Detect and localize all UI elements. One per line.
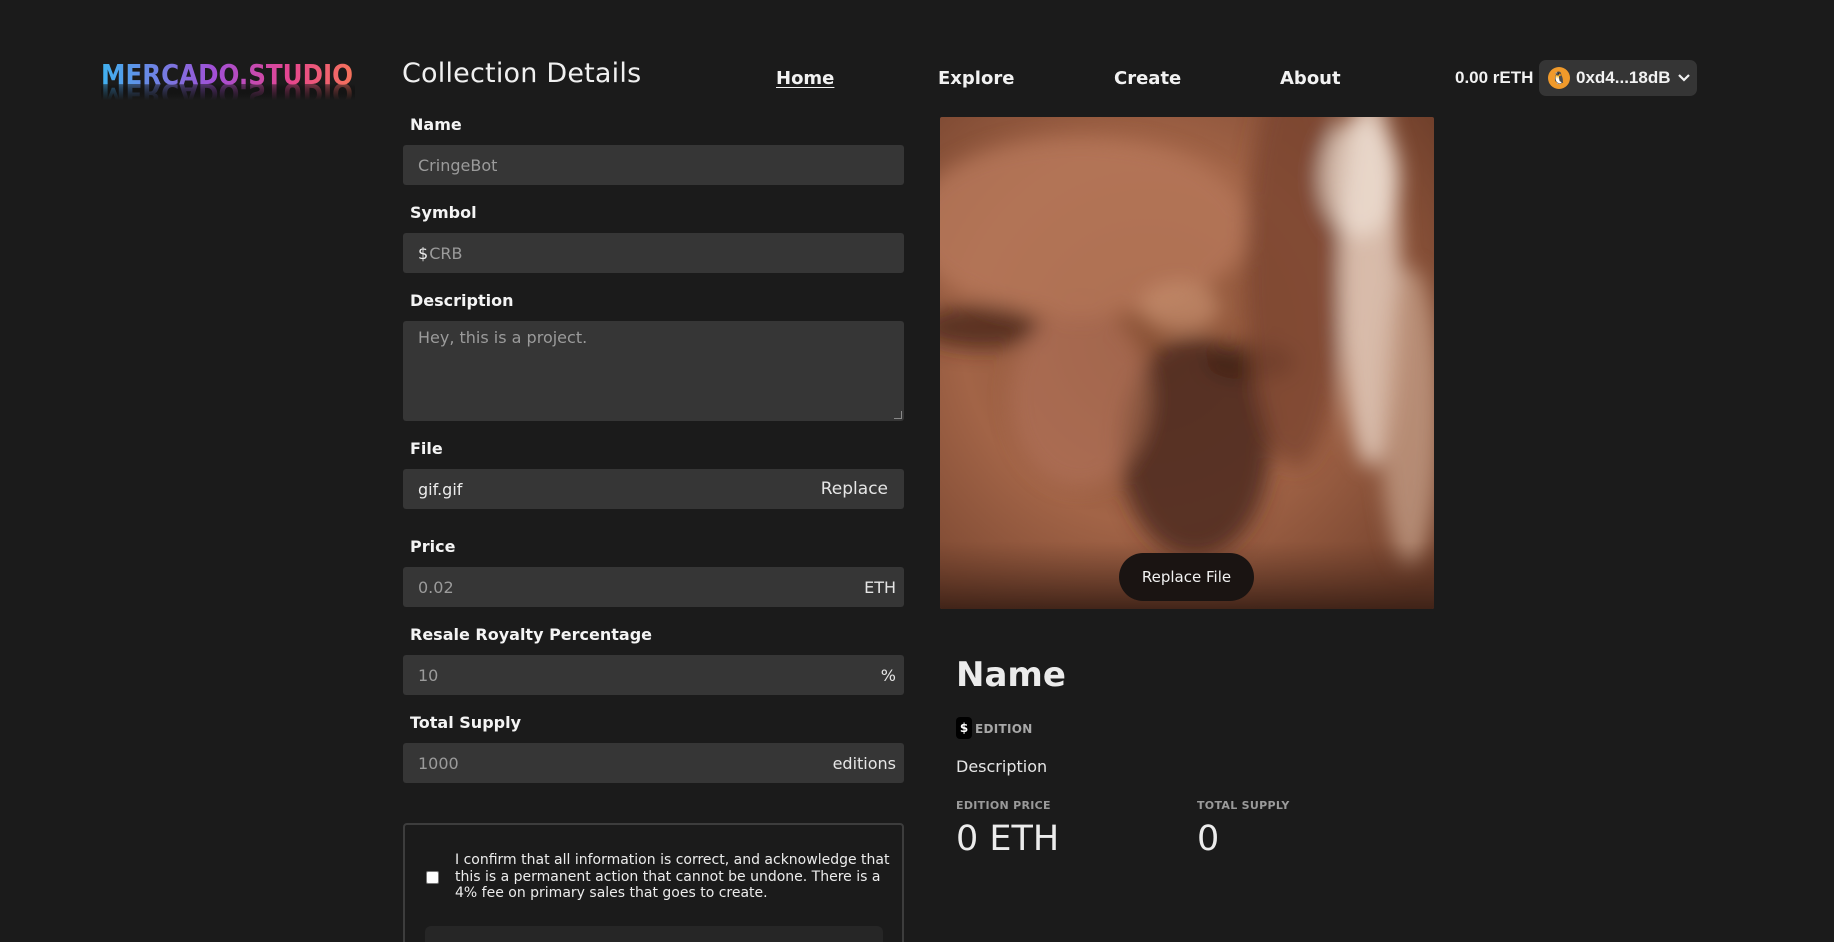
- price-label: Price: [410, 537, 456, 556]
- page-title: Collection Details: [402, 58, 642, 89]
- supply-label: Total Supply: [410, 713, 522, 732]
- description-input[interactable]: Hey, this is a project.: [403, 321, 904, 421]
- wallet-balance: 0.00 rETH: [1455, 68, 1534, 87]
- logo[interactable]: MERCADO.STUDIO MERCADO.STUDIO: [101, 56, 355, 100]
- logo-image: MERCADO.STUDIO MERCADO.STUDIO: [101, 58, 355, 100]
- symbol-prefix: $: [418, 243, 429, 263]
- penguin-icon: 🐧: [1548, 67, 1570, 89]
- supply-unit: editions: [832, 753, 896, 773]
- file-input[interactable]: gif.gif Replace: [403, 469, 904, 509]
- price-unit: ETH: [864, 577, 896, 597]
- resize-handle-icon[interactable]: [894, 411, 902, 419]
- symbol-placeholder: CRB: [429, 243, 463, 263]
- supply-placeholder: 1000: [418, 753, 459, 773]
- nav-about[interactable]: About: [1280, 68, 1341, 89]
- total-supply-label: TOTAL SUPPLY: [1197, 799, 1290, 812]
- description-placeholder: Hey, this is a project.: [418, 328, 588, 347]
- nav-explore[interactable]: Explore: [938, 68, 1014, 89]
- name-input[interactable]: CringeBot: [403, 145, 904, 185]
- symbol-input[interactable]: $ CRB: [403, 233, 904, 273]
- preview-name: Name: [956, 655, 1066, 695]
- edition-price-value: 0 ETH: [956, 819, 1060, 859]
- submit-button[interactable]: [425, 926, 883, 942]
- price-input[interactable]: 0.02 ETH: [403, 567, 904, 607]
- royalty-unit: %: [880, 665, 896, 685]
- description-label: Description: [410, 291, 514, 310]
- file-label: File: [410, 439, 443, 458]
- name-label: Name: [410, 115, 462, 134]
- replace-file-link[interactable]: Replace: [821, 479, 888, 499]
- file-name: gif.gif: [418, 479, 463, 499]
- royalty-placeholder: 10: [418, 665, 439, 685]
- wallet-button[interactable]: 🐧 0xd4...18dB: [1539, 60, 1697, 96]
- confirm-panel: I confirm that all information is correc…: [403, 823, 904, 942]
- royalty-input[interactable]: 10 %: [403, 655, 904, 695]
- preview-description: Description: [956, 757, 1048, 776]
- chevron-down-icon: [1677, 71, 1690, 86]
- price-placeholder: 0.02: [418, 577, 454, 597]
- edition-price-label: EDITION PRICE: [956, 799, 1051, 812]
- royalty-label: Resale Royalty Percentage: [410, 625, 653, 644]
- preview-image: [940, 117, 1434, 609]
- confirm-text: I confirm that all information is correc…: [455, 852, 890, 901]
- preview-edition-label: EDITION: [975, 722, 1033, 736]
- symbol-label: Symbol: [410, 203, 477, 222]
- preview-symbol-badge: $: [956, 717, 972, 739]
- nav-home[interactable]: Home: [776, 68, 834, 89]
- confirm-checkbox[interactable]: [426, 871, 439, 884]
- replace-file-button[interactable]: Replace File: [1119, 553, 1254, 601]
- nav-create[interactable]: Create: [1114, 68, 1181, 89]
- name-placeholder: CringeBot: [418, 155, 498, 175]
- supply-input[interactable]: 1000 editions: [403, 743, 904, 783]
- wallet-address: 0xd4...18dB: [1576, 68, 1671, 87]
- total-supply-value: 0: [1197, 819, 1220, 859]
